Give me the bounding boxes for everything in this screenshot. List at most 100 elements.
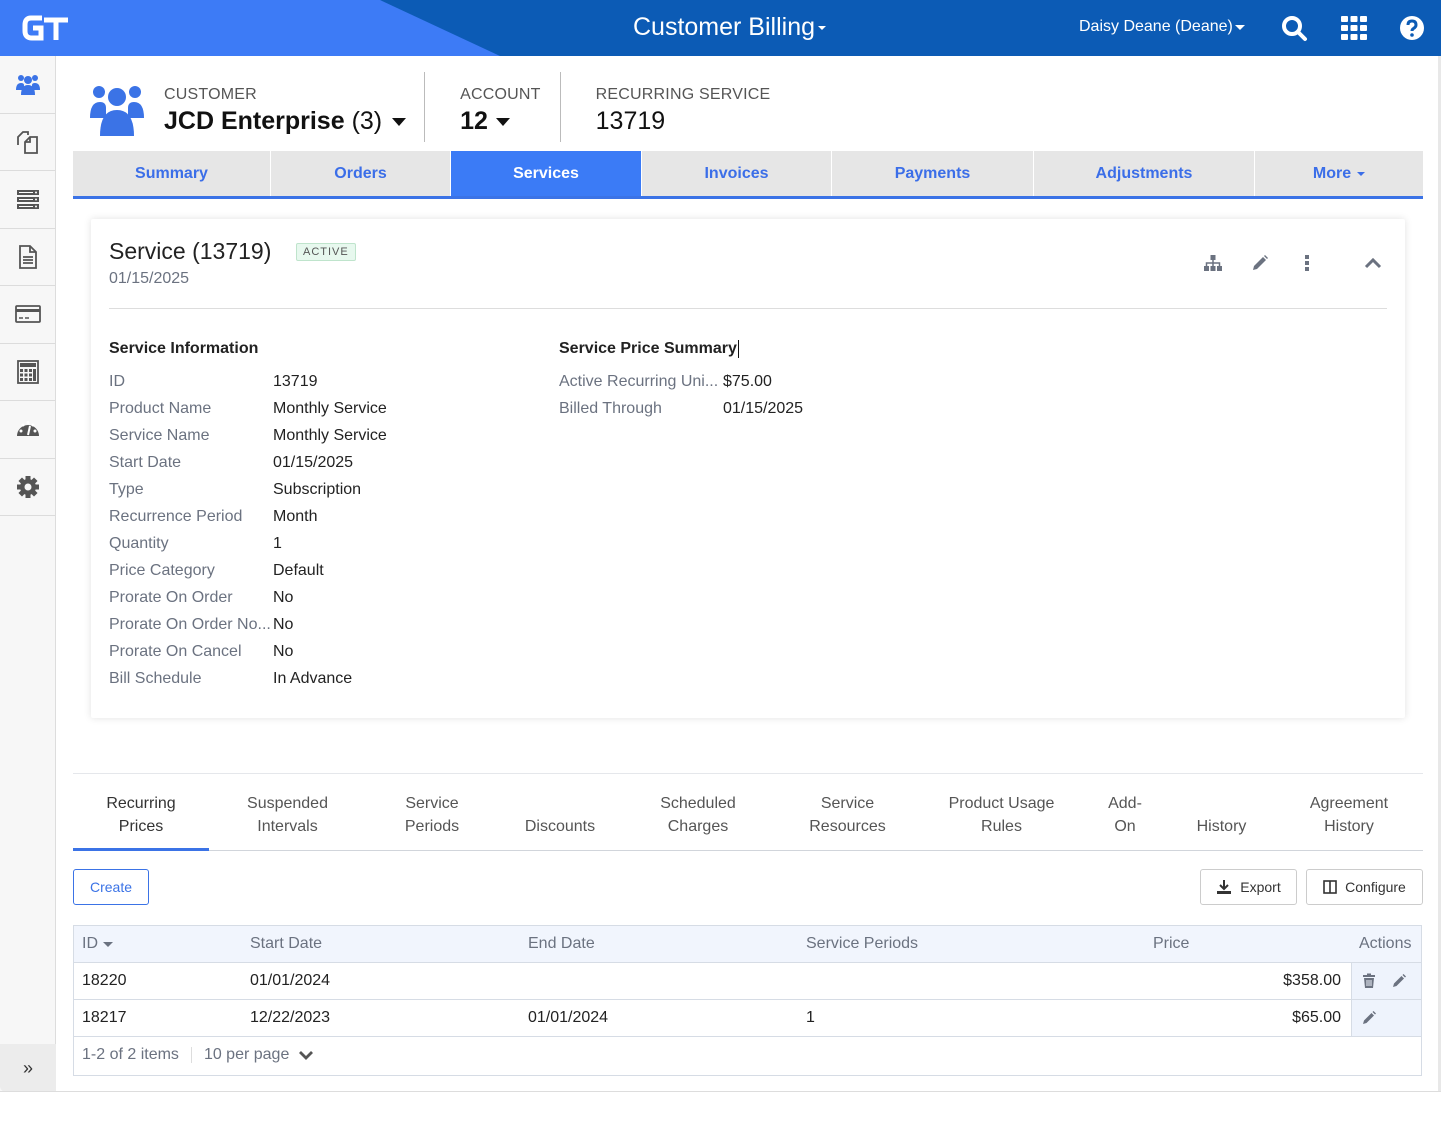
info-value: Month bbox=[273, 507, 318, 525]
cell-id: 18217 bbox=[82, 1009, 127, 1026]
help-icon[interactable] bbox=[1398, 14, 1426, 42]
context-header: CUSTOMER JCD Enterprise (3) ACCOUNT 12 R… bbox=[90, 72, 790, 142]
gt-logo-icon[interactable] bbox=[22, 12, 72, 44]
copy-documents-icon bbox=[16, 130, 38, 154]
collapse-chevron-up-icon[interactable] bbox=[1363, 253, 1383, 273]
column-header-service-periods[interactable]: Service Periods bbox=[806, 926, 918, 962]
create-button[interactable]: Create bbox=[73, 869, 149, 905]
column-header-id[interactable]: ID bbox=[82, 926, 113, 962]
search-icon[interactable] bbox=[1280, 14, 1308, 42]
info-row: Type Subscription bbox=[109, 476, 361, 503]
caret-down-icon[interactable] bbox=[495, 117, 510, 126]
cell-service-periods: 1 bbox=[806, 1009, 815, 1026]
export-button[interactable]: Export bbox=[1200, 869, 1297, 905]
app-title: Customer Billing bbox=[633, 13, 816, 41]
service-information-title: Service Information bbox=[109, 340, 259, 357]
subtab-scheduled-charges[interactable]: Scheduled Charges bbox=[622, 774, 774, 850]
subtab-suspended-intervals[interactable]: Suspended Intervals bbox=[209, 774, 366, 850]
cell-price: $358.00 bbox=[1283, 972, 1341, 989]
hierarchy-icon[interactable] bbox=[1203, 253, 1223, 273]
caret-down-icon[interactable] bbox=[392, 117, 407, 126]
customer-selector[interactable]: JCD Enterprise (3) bbox=[164, 107, 407, 136]
sidebar-item-dashboard[interactable] bbox=[0, 401, 55, 459]
divider bbox=[190, 1047, 192, 1063]
account-selector[interactable]: 12 bbox=[460, 107, 541, 136]
info-label: Service Name bbox=[109, 426, 210, 444]
table-header: ID Start Date End Date Service Periods P… bbox=[74, 926, 1421, 963]
tab-payments[interactable]: Payments bbox=[832, 151, 1034, 196]
info-row: Prorate On Order No... No bbox=[109, 611, 293, 638]
download-icon bbox=[1217, 880, 1232, 894]
sidebar-item-settings[interactable] bbox=[0, 459, 55, 516]
pager-info: 1-2 of 2 items bbox=[82, 1046, 179, 1063]
info-row: Active Recurring Uni... $75.00 bbox=[559, 368, 772, 395]
sidebar-item-servers[interactable] bbox=[0, 171, 55, 229]
subtab-history[interactable]: History bbox=[1168, 774, 1275, 850]
sub-tabs: Recurring Prices Suspended Intervals Servi… bbox=[73, 773, 1423, 851]
tab-summary[interactable]: Summary bbox=[73, 151, 271, 196]
sidebar-item-documents[interactable] bbox=[0, 114, 55, 171]
edit-pencil-icon[interactable] bbox=[1361, 1010, 1377, 1026]
info-value: 13719 bbox=[273, 372, 318, 390]
configure-button[interactable]: Configure bbox=[1306, 869, 1423, 905]
edit-pencil-icon[interactable] bbox=[1250, 253, 1270, 273]
sidebar-expand-button[interactable]: » bbox=[0, 1044, 56, 1092]
subtab-add-on[interactable]: Add- On bbox=[1082, 774, 1168, 850]
edit-pencil-icon[interactable] bbox=[1391, 973, 1407, 989]
tab-invoices[interactable]: Invoices bbox=[642, 151, 832, 196]
pager: 1-2 of 2 items 10 per page bbox=[82, 1046, 314, 1064]
credit-card-icon bbox=[14, 305, 41, 324]
subtab-agreement-history[interactable]: Agreement History bbox=[1275, 774, 1423, 850]
column-header-end-date[interactable]: End Date bbox=[528, 926, 595, 962]
tab-more[interactable]: More bbox=[1255, 151, 1423, 196]
subtab-discounts[interactable]: Discounts bbox=[498, 774, 622, 850]
tab-adjustments[interactable]: Adjustments bbox=[1034, 151, 1255, 196]
subtab-service-resources[interactable]: Service Resources bbox=[774, 774, 921, 850]
sidebar-item-invoices[interactable] bbox=[0, 229, 55, 286]
column-header-start-date[interactable]: Start Date bbox=[250, 926, 322, 962]
sidebar-item-customers[interactable] bbox=[0, 56, 55, 114]
subtab-product-usage-rules[interactable]: Product Usage Rules bbox=[921, 774, 1082, 850]
cell-end-date: 01/01/2024 bbox=[528, 1009, 609, 1026]
column-header-price[interactable]: Price bbox=[1153, 926, 1189, 962]
customer-label: CUSTOMER bbox=[164, 86, 257, 103]
info-value: Monthly Service bbox=[273, 399, 387, 417]
tab-orders[interactable]: Orders bbox=[271, 151, 451, 196]
gear-icon bbox=[16, 475, 39, 498]
app-switcher[interactable]: Customer Billing bbox=[633, 13, 827, 42]
user-menu[interactable]: Daisy Deane (Deane) bbox=[1079, 18, 1245, 36]
sidebar-item-calculator[interactable] bbox=[0, 344, 55, 401]
table-row[interactable]: 18220 01/01/2024 $358.00 bbox=[74, 963, 1421, 1000]
subtab-service-periods[interactable]: Service Periods bbox=[366, 774, 498, 850]
account-section: ACCOUNT 12 bbox=[425, 72, 561, 142]
info-label: Type bbox=[109, 480, 144, 498]
column-header-actions: Actions bbox=[1359, 935, 1412, 952]
top-bar-accent bbox=[0, 0, 500, 56]
divider bbox=[109, 308, 1387, 309]
sidebar-item-payments[interactable] bbox=[0, 286, 55, 344]
table-row[interactable]: 18217 12/22/2023 01/01/2024 1 $65.00 bbox=[74, 1000, 1421, 1037]
info-value: Monthly Service bbox=[273, 426, 387, 444]
info-label: Active Recurring Uni... bbox=[559, 372, 719, 390]
recurring-service-label: RECURRING SERVICE bbox=[595, 86, 771, 103]
account-label: ACCOUNT bbox=[460, 86, 541, 103]
info-label: Prorate On Order bbox=[109, 588, 233, 606]
service-card: Service (13719) ACTIVE 01/15/2025 Servic… bbox=[91, 219, 1405, 718]
chevron-down-icon bbox=[299, 1051, 314, 1060]
delete-trash-icon[interactable] bbox=[1361, 973, 1377, 989]
page-size-selector[interactable]: 10 per page bbox=[204, 1046, 314, 1064]
customers-icon bbox=[15, 75, 40, 96]
recurring-prices-table: ID Start Date End Date Service Periods P… bbox=[73, 925, 1422, 1076]
service-date: 01/15/2025 bbox=[109, 270, 190, 287]
columns-icon bbox=[1323, 880, 1337, 894]
info-label: Recurrence Period bbox=[109, 507, 243, 525]
tab-services[interactable]: Services bbox=[451, 151, 642, 196]
info-row: Prorate On Order No bbox=[109, 584, 293, 611]
more-vertical-icon[interactable] bbox=[1297, 253, 1317, 273]
subtab-recurring-prices[interactable]: Recurring Prices bbox=[73, 774, 209, 851]
caret-down-icon bbox=[818, 25, 827, 30]
info-label: Prorate On Cancel bbox=[109, 642, 242, 660]
info-value: No bbox=[273, 588, 294, 606]
apps-grid-icon[interactable] bbox=[1340, 14, 1368, 42]
info-value: 01/15/2025 bbox=[273, 453, 354, 471]
